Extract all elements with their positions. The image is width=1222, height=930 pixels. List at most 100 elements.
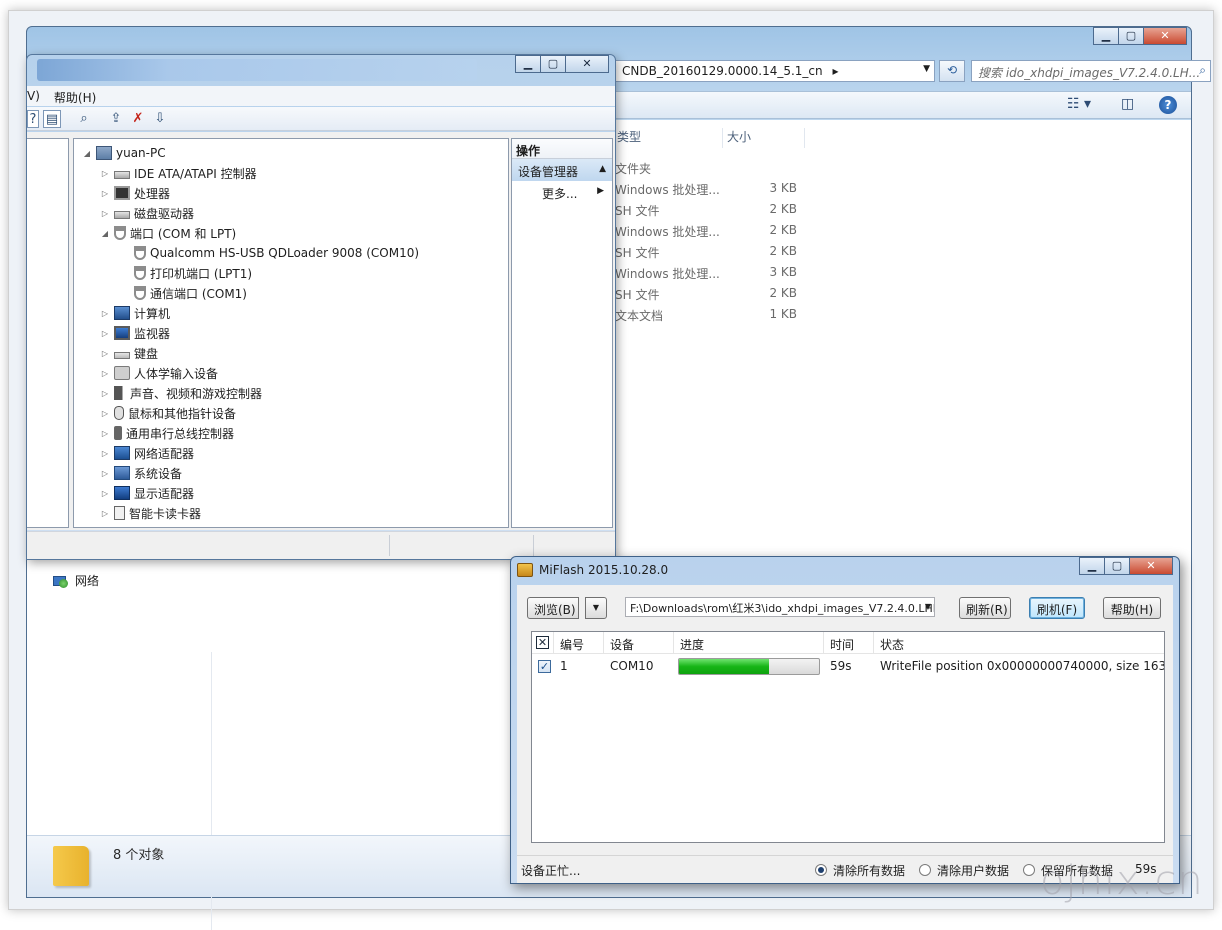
tree-item-label: 端口 (COM 和 LPT) [130, 226, 237, 241]
row-checkbox[interactable]: ✓ [538, 660, 551, 673]
help-icon[interactable]: ? [27, 110, 39, 128]
device-list-header: ✕ 编号 设备 进度 时间 状态 [532, 632, 1164, 654]
tree-item[interactable]: ▷ 通用串行总线控制器 [100, 423, 234, 443]
tree-item[interactable]: ▷ 监视器 [100, 323, 170, 343]
maximize-button[interactable]: ▢ [1104, 557, 1130, 575]
radio-clear-user-label[interactable]: 清除用户数据 [937, 862, 1009, 879]
maximize-button[interactable]: ▢ [1118, 27, 1144, 45]
expand-icon[interactable]: ▷ [100, 169, 110, 178]
tree-item-label: 显示适配器 [134, 486, 195, 501]
tree-item[interactable]: ▷ 人体学输入设备 [100, 363, 218, 383]
expand-icon[interactable]: ▷ [100, 469, 110, 478]
expand-icon[interactable]: ▷ [100, 509, 110, 518]
monitor-icon [114, 326, 130, 340]
flash-button[interactable]: 刷机(F) [1029, 597, 1085, 619]
expand-icon[interactable]: ▷ [100, 329, 110, 338]
radio-clear-all-label[interactable]: 清除所有数据 [833, 862, 905, 879]
menu-view[interactable]: V) [27, 89, 40, 106]
row-time: 59s [830, 659, 852, 673]
expand-icon[interactable]: ▷ [100, 449, 110, 458]
tree-item[interactable]: ▷ 处理器 [100, 183, 170, 203]
actions-pane: 操作 设备管理器 ▲ 更多... ▶ [511, 138, 613, 528]
tree-item[interactable]: ▷ 智能卡读卡器 [100, 503, 201, 523]
expand-icon[interactable]: ▷ [100, 489, 110, 498]
menu-help[interactable]: 帮助(H) [54, 89, 96, 106]
close-button[interactable]: ✕ [1143, 27, 1187, 45]
radio-clear-all[interactable] [815, 864, 827, 876]
tree-item[interactable]: ▷ 显示适配器 [100, 483, 194, 503]
browse-button[interactable]: 浏览(B) [527, 597, 579, 619]
scan-hardware-icon[interactable]: ⌕ [75, 110, 93, 128]
minimize-button[interactable]: ▁ [1079, 557, 1105, 575]
chevron-down-icon[interactable]: ▼ [923, 64, 930, 74]
expand-icon[interactable]: ▷ [100, 309, 110, 318]
expand-icon[interactable]: ▷ [100, 349, 110, 358]
tree-item[interactable]: 打印机端口 (LPT1) [120, 263, 252, 283]
tree-item[interactable]: Qualcomm HS-USB QDLoader 9008 (COM10) [120, 243, 419, 263]
column-device[interactable]: 设备 [604, 632, 674, 654]
computer-icon [96, 146, 112, 160]
search-icon[interactable]: ⌕ [1199, 63, 1206, 78]
collapse-icon[interactable]: ◢ [100, 229, 110, 238]
address-bar[interactable]: CNDB_20160129.0000.14_5.1_cn ▸ ▼ [615, 60, 935, 82]
disable-device-icon[interactable]: ⇩ [151, 110, 169, 128]
expand-icon[interactable]: ▷ [100, 409, 110, 418]
expand-icon[interactable]: ▷ [100, 389, 110, 398]
tree-item[interactable]: ▷ 网络适配器 [100, 443, 194, 463]
expand-icon[interactable]: ▷ [100, 209, 110, 218]
tree-item[interactable]: ▷ 声音、视频和游戏控制器 [100, 383, 262, 403]
tree-item[interactable]: ◢ 端口 (COM 和 LPT) [100, 223, 236, 243]
collapse-up-icon[interactable]: ▲ [599, 164, 606, 174]
show-hide-console-icon[interactable]: ▤ [43, 110, 61, 128]
maximize-button[interactable]: ▢ [540, 55, 566, 73]
expand-icon[interactable]: ▷ [100, 189, 110, 198]
search-input[interactable]: 搜索 ido_xhdpi_images_V7.2.4.0.LH... ⌕ [971, 60, 1211, 82]
select-all-cell: ✕ [532, 632, 554, 654]
column-size[interactable]: 大小 [725, 128, 805, 148]
close-button[interactable]: ✕ [1129, 557, 1173, 575]
preview-pane-icon[interactable]: ◫ [1121, 96, 1134, 112]
tree-item[interactable]: ▷ IDE ATA/ATAPI 控制器 [100, 163, 257, 183]
column-num[interactable]: 编号 [554, 632, 604, 654]
expand-icon[interactable]: ▷ [100, 429, 110, 438]
browse-dropdown-icon[interactable]: ▼ [585, 597, 607, 619]
tree-item[interactable]: ▷ 磁盘驱动器 [100, 203, 194, 223]
minimize-button[interactable]: ▁ [1093, 27, 1119, 45]
column-status[interactable]: 状态 [874, 632, 1164, 654]
column-type[interactable]: 类型 [615, 128, 723, 148]
tree-item-label: 智能卡读卡器 [129, 506, 202, 521]
column-progress[interactable]: 进度 [674, 632, 824, 654]
tree-item[interactable]: ▷ 计算机 [100, 303, 170, 323]
column-time[interactable]: 时间 [824, 632, 874, 654]
tree-item[interactable]: ▷ 系统设备 [100, 463, 182, 483]
refresh-button[interactable]: 刷新(R) [959, 597, 1011, 619]
tree-item-label: IDE ATA/ATAPI 控制器 [134, 166, 257, 181]
refresh-icon[interactable]: ⟲ [939, 60, 965, 82]
help-icon[interactable]: ? [1159, 96, 1177, 114]
port-icon [134, 246, 146, 260]
collapse-icon[interactable]: ◢ [82, 149, 92, 158]
radio-clear-user[interactable] [919, 864, 931, 876]
close-button[interactable]: ✕ [565, 55, 609, 73]
action-device-manager[interactable]: 设备管理器 ▲ [512, 159, 612, 181]
radio-keep-all[interactable] [1023, 864, 1035, 876]
tree-item[interactable]: ▷ 鼠标和其他指针设备 [100, 403, 236, 423]
tree-item[interactable]: 通信端口 (COM1) [120, 283, 247, 303]
breadcrumb-arrow-icon[interactable]: ▸ [832, 64, 838, 78]
tree-item-label: Qualcomm HS-USB QDLoader 9008 (COM10) [150, 246, 420, 260]
tree-root[interactable]: ◢ yuan-PC [82, 143, 166, 163]
update-driver-icon[interactable]: ⇪ [107, 110, 125, 128]
help-button[interactable]: 帮助(H) [1103, 597, 1161, 619]
tree-item-label: 通用串行总线控制器 [126, 426, 235, 441]
expand-icon[interactable]: ▷ [100, 369, 110, 378]
tree-item-label: 打印机端口 (LPT1) [150, 266, 253, 281]
tree-item[interactable]: ▷ 键盘 [100, 343, 158, 363]
view-options-icon[interactable]: ☷ ▾ [1067, 96, 1091, 112]
uninstall-icon[interactable]: ✗ [129, 110, 147, 128]
file-size: 3 KB [769, 265, 797, 279]
minimize-button[interactable]: ▁ [515, 55, 541, 73]
nav-item-network[interactable]: 网络 [53, 572, 99, 589]
rom-path-select[interactable]: F:\Downloads\rom\红米3\ido_xhdpi_images_V7… [625, 597, 935, 617]
action-more[interactable]: 更多... ▶ [512, 181, 612, 203]
select-all-checkbox[interactable]: ✕ [536, 636, 549, 649]
